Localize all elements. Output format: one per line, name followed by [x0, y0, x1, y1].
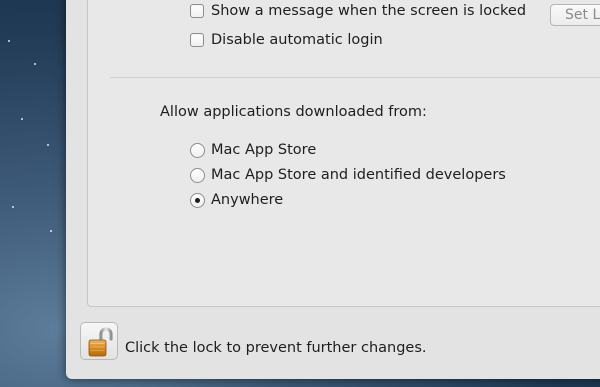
radio-label: Mac App Store and identified developers [211, 167, 506, 183]
set-lock-message-button[interactable]: Set Lock [550, 4, 600, 26]
lock-button[interactable] [80, 322, 118, 360]
radio-button[interactable] [190, 167, 205, 183]
star [47, 144, 49, 146]
radio-label: Anywhere [211, 192, 284, 208]
disable-automatic-login-checkbox[interactable] [190, 33, 204, 47]
lock-instruction-text: Click the lock to prevent further change… [125, 340, 427, 356]
radio-button-selected[interactable] [190, 192, 205, 208]
star [8, 40, 10, 42]
star [34, 63, 36, 65]
star [12, 206, 14, 208]
star [21, 118, 23, 120]
star [50, 230, 52, 232]
desktop-background: Show a message when the screen is locked… [0, 0, 600, 387]
general-settings-panel: Show a message when the screen is locked… [87, 0, 600, 307]
unlocked-padlock-icon [88, 327, 113, 357]
radio-anywhere[interactable]: Anywhere [190, 192, 283, 208]
radio-mac-app-store-identified-developers[interactable]: Mac App Store and identified developers [190, 167, 506, 183]
disable-automatic-login-label: Disable automatic login [211, 32, 383, 48]
section-divider [110, 77, 600, 78]
allow-applications-heading: Allow applications downloaded from: [160, 104, 427, 120]
radio-label: Mac App Store [211, 142, 317, 158]
radio-button[interactable] [190, 142, 205, 158]
show-message-row[interactable]: Show a message when the screen is locked [190, 3, 526, 19]
show-message-checkbox[interactable] [190, 4, 204, 18]
disable-automatic-login-row[interactable]: Disable automatic login [190, 32, 383, 48]
show-message-label: Show a message when the screen is locked [211, 3, 527, 19]
radio-mac-app-store[interactable]: Mac App Store [190, 142, 316, 158]
security-preferences-window: Show a message when the screen is locked… [66, 0, 600, 379]
